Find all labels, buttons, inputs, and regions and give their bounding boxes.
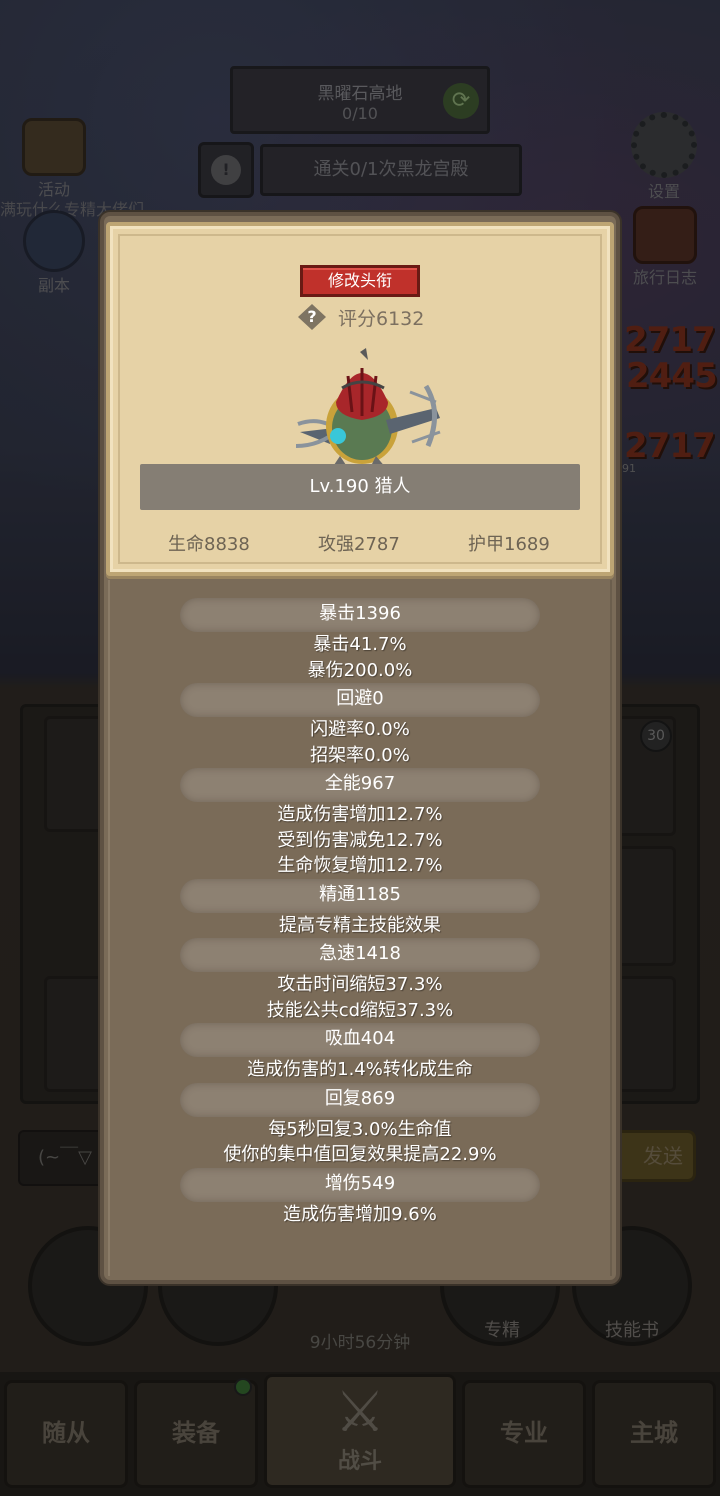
stat-detail: 造成伤害的1.4%转化成生命 <box>247 1059 473 1080</box>
hp-stat: 生命8838 <box>168 534 250 555</box>
secondary-stats-list: 暴击1396 暴击41.7% 暴伤200.0% 回避0 闪避率0.0% 招架率0… <box>160 598 560 1227</box>
score-text: 评分6132 <box>338 308 425 330</box>
stat-detail: 造成伤害增加12.7% <box>277 804 443 825</box>
stat-group-crit: 暴击1396 暴击41.7% 暴伤200.0% <box>160 598 560 683</box>
stat-group-mastery: 精通1185 提高专精主技能效果 <box>160 878 560 939</box>
stat-group-versatility: 全能967 造成伤害增加12.7% 受到伤害减免12.7% 生命恢复增加12.7… <box>160 768 560 879</box>
change-title-button[interactable]: 修改头衔 <box>300 265 420 297</box>
stat-detail: 每5秒回复3.0%生命值 <box>268 1118 452 1140</box>
stat-header: 增伤549 <box>180 1167 540 1202</box>
stat-detail: 暴击41.7% <box>313 634 407 655</box>
stat-detail: 造成伤害增加9.6% <box>283 1203 437 1225</box>
stat-detail: 提高专精主技能效果 <box>279 914 441 936</box>
character-name-level: Lv.190 猎人 <box>140 464 580 510</box>
stat-header: 回避0 <box>180 683 540 717</box>
stat-group-regen: 回复869 每5秒回复3.0%生命值 使你的集中值回复效果提高22.9% <box>160 1082 560 1168</box>
stat-header: 吸血404 <box>180 1023 540 1057</box>
stat-header: 暴击1396 <box>180 598 540 632</box>
stat-detail: 受到伤害减免12.7% <box>277 829 443 851</box>
stat-group-lifesteal: 吸血404 造成伤害的1.4%转化成生命 <box>160 1023 560 1083</box>
stat-detail: 生命恢复增加12.7% <box>277 855 443 876</box>
stat-detail: 使你的集中值回复效果提高22.9% <box>223 1144 497 1165</box>
stat-detail: 技能公共cd缩短37.3% <box>266 999 454 1021</box>
attack-power-stat: 攻强2787 <box>318 534 400 555</box>
stat-group-avoidance: 回避0 闪避率0.0% 招架率0.0% <box>160 683 560 768</box>
stat-header: 精通1185 <box>180 878 540 913</box>
character-avatar <box>295 348 441 468</box>
stat-group-damage-bonus: 增伤549 造成伤害增加9.6% <box>160 1167 560 1228</box>
stat-header: 全能967 <box>180 768 540 802</box>
stat-header: 回复869 <box>180 1082 540 1117</box>
stat-group-haste: 急速1418 攻击时间缩短37.3% 技能公共cd缩短37.3% <box>160 938 560 1023</box>
stat-detail: 暴伤200.0% <box>307 659 413 681</box>
stat-detail: 闪避率0.0% <box>310 719 410 740</box>
stat-detail: 攻击时间缩短37.3% <box>277 974 443 995</box>
stat-detail: 招架率0.0% <box>310 744 410 766</box>
armor-stat: 护甲1689 <box>468 534 550 555</box>
stat-header: 急速1418 <box>180 938 540 972</box>
